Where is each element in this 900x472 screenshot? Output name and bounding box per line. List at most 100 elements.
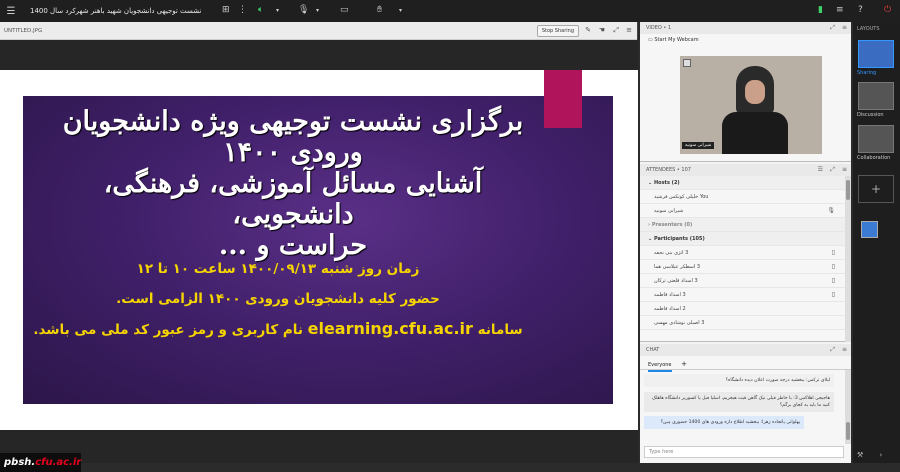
attendee-row[interactable]: 2 اسداد فاطمه: [640, 302, 851, 316]
chevron-down-icon[interactable]: ▾: [316, 7, 319, 14]
attendee-name: 3 اتژی بنی نجفه: [654, 250, 689, 256]
webcam-icon: ▭: [648, 37, 653, 43]
layout-sharing-label: Sharing: [857, 70, 877, 76]
pencil-icon[interactable]: ✎: [585, 26, 591, 34]
video-feed: شیرانی سونیه: [680, 56, 822, 154]
more-icon[interactable]: ⋮: [238, 5, 247, 15]
fullscreen-icon[interactable]: ⤢: [613, 26, 619, 35]
menu-icon[interactable]: ☰: [0, 6, 22, 17]
slide-system-url: elearning.cfu.ac.ir: [307, 319, 473, 338]
meeting-title: نشست توجیهی دانشجویان شهید باهنر شهرکرد …: [30, 7, 202, 15]
chevron-down-icon[interactable]: ▾: [276, 7, 279, 14]
attendee-row[interactable]: 3 اسطکر عیلاسی هما ▯: [640, 260, 851, 274]
hosts-group[interactable]: ⌄ Hosts (2): [640, 176, 851, 190]
attendee-row[interactable]: You خلیلی کوتکس فرشید: [640, 190, 851, 204]
video-pod-title: VIDEO • 1: [646, 25, 672, 31]
add-layout-button[interactable]: +: [858, 175, 894, 203]
chat-tabs: Everyone +: [640, 356, 851, 372]
presenters-label: Presenters (0): [651, 222, 693, 228]
attendee-name: 2 اسداد فاطمه: [654, 306, 686, 312]
chevron-down-icon: ⌄: [648, 236, 653, 242]
fullscreen-icon[interactable]: ⤢: [830, 344, 835, 356]
chevron-down-icon: ⌄: [648, 180, 653, 186]
chat-scrollbar[interactable]: [845, 370, 851, 444]
layouts-panel: LAYOUTS Sharing Discussion Collaboration…: [853, 22, 900, 463]
attendee-row[interactable]: 3 اتژی بنی نجفه ▯: [640, 246, 851, 260]
slide-system-prefix: سامانه: [477, 322, 523, 338]
slide-time-text: زمان روز شنبه ۱۴۰۰/۰۹/۱۳ ساعت ۱۰ تا ۱۲: [136, 261, 420, 277]
participants-group[interactable]: ⌄ Participants (105): [640, 232, 851, 246]
attendee-row[interactable]: شیرانی سونیه 🎙︎: [640, 204, 851, 218]
microphone-icon[interactable]: 🎙︎: [298, 5, 309, 15]
participant-face: [736, 66, 774, 116]
attendees-pod: ATTENDEES • 107 ☰ ⤢ ≡ ⌄ Hosts (2) You خل…: [640, 164, 851, 342]
list-view-icon[interactable]: ☰: [818, 164, 823, 176]
chat-tab-everyone[interactable]: Everyone: [648, 362, 672, 372]
layout-collaboration[interactable]: [858, 125, 894, 153]
attendee-name: 3 اصیلی نوشادی مهسی: [654, 320, 705, 326]
start-webcam-button[interactable]: ▭ Start My Webcam: [640, 34, 851, 46]
attendees-scrollbar[interactable]: [845, 176, 851, 342]
attendee-name: You خلیلی کوتکس فرشید: [654, 194, 709, 200]
top-bar: ☰ نشست توجیهی دانشجویان شهید باهنر شهرکر…: [0, 0, 900, 22]
slide-title-line: آشنایی مسائل آموزشی، فرهنگی، دانشجویی،: [103, 168, 483, 230]
slide-system-suffix: نام کاربری و رمز عبور کد ملی می باشد.: [33, 322, 303, 338]
attendee-row[interactable]: 3 اصیلی نوشادی مهسی: [640, 316, 851, 330]
layout-bottom-icons: ⚒ ›: [857, 451, 882, 459]
microphone-icon: 🎙︎: [827, 207, 835, 214]
video-options-icon[interactable]: [683, 59, 691, 67]
attendee-row[interactable]: 3 اسداد فاطمه ▯: [640, 288, 851, 302]
video-pod-header: VIDEO • 1 ⤢ ≡: [640, 22, 851, 34]
add-chat-tab-icon[interactable]: +: [681, 360, 687, 368]
attendee-name: 3 اسداد فاطمه: [654, 292, 686, 298]
layout-collaboration-label: Collaboration: [857, 155, 891, 161]
chat-pod-title: CHAT: [646, 347, 660, 353]
phone-icon: ▯: [831, 277, 835, 284]
pod-menu-icon[interactable]: ≡: [842, 344, 847, 356]
attendees-pod-title: ATTENDEES • 107: [646, 167, 691, 173]
chat-message: پهلوانی پاتجاده زهرا: ببخشید اطلاع داره …: [644, 416, 804, 429]
raise-hand-icon[interactable]: ✋︎: [377, 5, 382, 15]
fullscreen-icon[interactable]: ⤢: [830, 22, 835, 34]
hosts-label: Hosts (2): [653, 180, 680, 186]
presenters-group[interactable]: › Presenters (0): [640, 218, 851, 232]
attendee-name: 3 اسطکر عیلاسی هما: [654, 264, 701, 270]
hand-icon[interactable]: ☚: [599, 26, 605, 34]
slide-system-text: سامانه elearning.cfu.ac.ir نام کاربری و …: [0, 319, 563, 338]
webcam-icon[interactable]: ▭: [340, 5, 349, 15]
layout-sharing[interactable]: [858, 40, 894, 68]
file-name: UNTITLED.JPG: [4, 27, 43, 34]
video-participant-name: شیرانی سونیه: [682, 142, 715, 149]
fullscreen-icon[interactable]: ⤢: [830, 164, 835, 176]
pod-menu-icon[interactable]: ≡: [626, 26, 632, 34]
slide-title-line: ورودی ۱۴۰۰: [223, 137, 363, 168]
stop-sharing-button[interactable]: Stop Sharing: [536, 25, 579, 37]
slide-title-line: حراست و ...: [218, 230, 368, 261]
start-webcam-label: Start My Webcam: [654, 37, 699, 43]
attendee-name: 3 اسداد قلعتی ترکان: [654, 278, 698, 284]
layouts-header: LAYOUTS: [857, 26, 880, 32]
speaker-icon[interactable]: 🔈︎: [258, 5, 263, 15]
chat-pod-header: CHAT ⤢ ≡: [640, 344, 851, 356]
attendee-name: شیرانی سونیه: [654, 208, 684, 214]
shared-image: برگزاری نشست توجیهی ویژه دانشجویان ورودی…: [0, 70, 638, 430]
participants-label: Participants (105): [653, 236, 705, 242]
layout-thumbnail[interactable]: [861, 221, 878, 238]
layout-discussion[interactable]: [858, 82, 894, 110]
chevron-right-icon: ›: [648, 222, 651, 228]
grid-icon[interactable]: ⊞: [222, 5, 230, 15]
settings-icon[interactable]: ≡: [836, 5, 844, 15]
pod-menu-icon[interactable]: ≡: [842, 164, 847, 176]
collapse-icon[interactable]: ›: [880, 451, 883, 459]
signal-icon: ▮: [818, 5, 823, 15]
video-pod: VIDEO • 1 ⤢ ≡ ▭ Start My Webcam شیرانی س…: [640, 22, 851, 162]
help-icon[interactable]: ?: [858, 5, 863, 15]
chat-input[interactable]: Type here: [644, 446, 844, 458]
power-icon[interactable]: ⏻: [884, 5, 891, 15]
phone-icon: ▯: [831, 291, 835, 298]
slide: برگزاری نشست توجیهی ویژه دانشجویان ورودی…: [23, 96, 613, 404]
attendee-row[interactable]: 3 اسداد قلعتی ترکان ▯: [640, 274, 851, 288]
settings-icon[interactable]: ⚒: [857, 451, 863, 459]
pod-menu-icon[interactable]: ≡: [842, 22, 847, 34]
chevron-down-icon[interactable]: ▾: [399, 7, 402, 14]
